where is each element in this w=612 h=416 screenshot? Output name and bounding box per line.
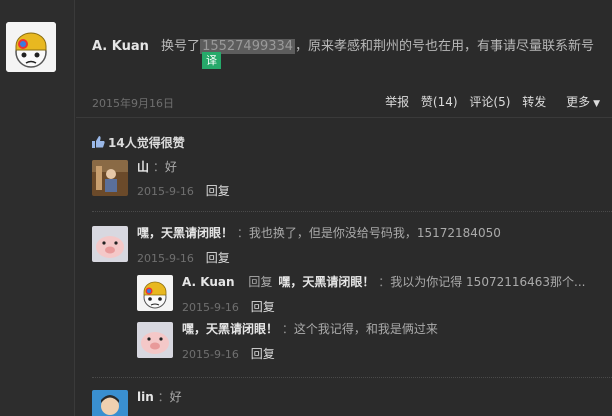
reply-author[interactable]: 嘿，天黑请闭眼！ <box>182 322 278 336</box>
reply-item: A. Kuan 回复 嘿，天黑请闭眼！ ：我以为你记得 15072116463那个… <box>182 273 585 291</box>
comment-date: 2015-9-16 <box>182 348 239 361</box>
report-button[interactable]: 举报 <box>385 95 409 109</box>
reply-button[interactable]: 回复 <box>251 347 275 361</box>
comment-separator: ： <box>152 160 165 174</box>
reply-avatar[interactable] <box>137 275 173 311</box>
post-text-before: 换号了 <box>161 39 201 54</box>
comment-author[interactable]: 嘿，天黑请闭眼！ <box>137 226 233 240</box>
post-header: A. Kuan 换号了 15527499334 ，原来孝感和荆州的号也在用，有事请尽… <box>92 36 604 58</box>
comment-meta: 2015-9-16 回复 <box>137 182 230 199</box>
reply-to-name[interactable]: 嘿，天黑请闭眼！ <box>278 275 374 289</box>
commenter-avatar[interactable] <box>92 390 128 416</box>
comment-text: 好 <box>164 160 177 174</box>
more-label: 更多 <box>566 95 591 109</box>
chevron-down-icon: ▼ <box>593 99 600 109</box>
reply-author[interactable]: A. Kuan <box>182 275 235 289</box>
reply-to-label: 回复 <box>248 275 273 289</box>
avatar-child-icon <box>92 390 128 416</box>
reply-avatar[interactable] <box>137 322 173 358</box>
reply-button[interactable]: 回复 <box>206 184 230 198</box>
more-button[interactable]: 更多 ▼ <box>558 95 600 109</box>
comment-separator: ： <box>236 226 249 240</box>
comment-meta: 2015-9-16 回复 <box>182 345 275 362</box>
thumbs-up-icon <box>92 136 105 148</box>
divider <box>76 117 612 118</box>
comment-divider <box>92 211 612 212</box>
translate-button[interactable]: 译 <box>202 52 221 69</box>
comment-item: lin ：好 <box>137 388 182 406</box>
comment-author[interactable]: lin <box>137 390 154 404</box>
comment-date: 2015-9-16 <box>137 185 194 198</box>
avatar-pig-icon <box>137 322 173 358</box>
post-text-after: ，原来孝感和荆州的号也在用，有事请尽量联系新号 <box>295 39 595 54</box>
comment-author[interactable]: 山 <box>137 160 149 174</box>
comment-meta: 2015-9-16 回复 <box>137 249 230 266</box>
avatar-photo-icon <box>92 160 128 196</box>
comment-item: 山 ：好 <box>137 158 177 176</box>
comment-text: 好 <box>169 390 182 404</box>
reply-button[interactable]: 回复 <box>206 251 230 265</box>
comment-text: 我也换了，但是你没给号码我，15172184050 <box>248 226 501 240</box>
comment-text: 这个我记得，和我是俩过来 <box>293 322 438 336</box>
commenter-avatar[interactable] <box>92 226 128 262</box>
commenter-avatar[interactable] <box>92 160 128 196</box>
avatar-meme-face-icon <box>137 275 173 311</box>
comment-divider <box>92 377 612 378</box>
share-button[interactable]: 转发 <box>522 95 546 109</box>
comment-separator: ： <box>281 322 294 336</box>
reply-item: 嘿，天黑请闭眼！ ：这个我记得，和我是俩过来 <box>182 320 438 338</box>
post-actions: 举报 赞(14) 评论(5) 转发 更多 ▼ <box>377 93 600 110</box>
likes-summary[interactable]: 14人觉得很赞 <box>92 134 185 151</box>
post-content: A. Kuan 换号了 15527499334 ，原来孝感和荆州的号也在用，有事请尽… <box>76 0 612 416</box>
avatar-pig-icon <box>92 226 128 262</box>
comment-date: 2015-9-16 <box>137 252 194 265</box>
comment-button[interactable]: 评论(5) <box>469 95 510 109</box>
comment-text: 我以为你记得 15072116463那个... <box>390 275 586 289</box>
comment-item: 嘿，天黑请闭眼！ ：我也换了，但是你没给号码我，15172184050 <box>137 224 501 242</box>
reply-button[interactable]: 回复 <box>251 300 275 314</box>
post-author-name[interactable]: A. Kuan <box>92 39 149 54</box>
comment-meta: 2015-9-16 回复 <box>182 298 275 315</box>
post-date: 2015年9月16日 <box>92 97 174 110</box>
like-button[interactable]: 赞(14) <box>421 95 458 109</box>
likes-text: 14人觉得很赞 <box>108 136 185 150</box>
post-author-avatar[interactable] <box>6 22 56 72</box>
left-column <box>0 0 75 416</box>
comment-separator: ： <box>378 275 391 289</box>
avatar-meme-face-icon <box>6 22 56 72</box>
comment-date: 2015-9-16 <box>182 301 239 314</box>
comment-separator: ： <box>157 390 170 404</box>
